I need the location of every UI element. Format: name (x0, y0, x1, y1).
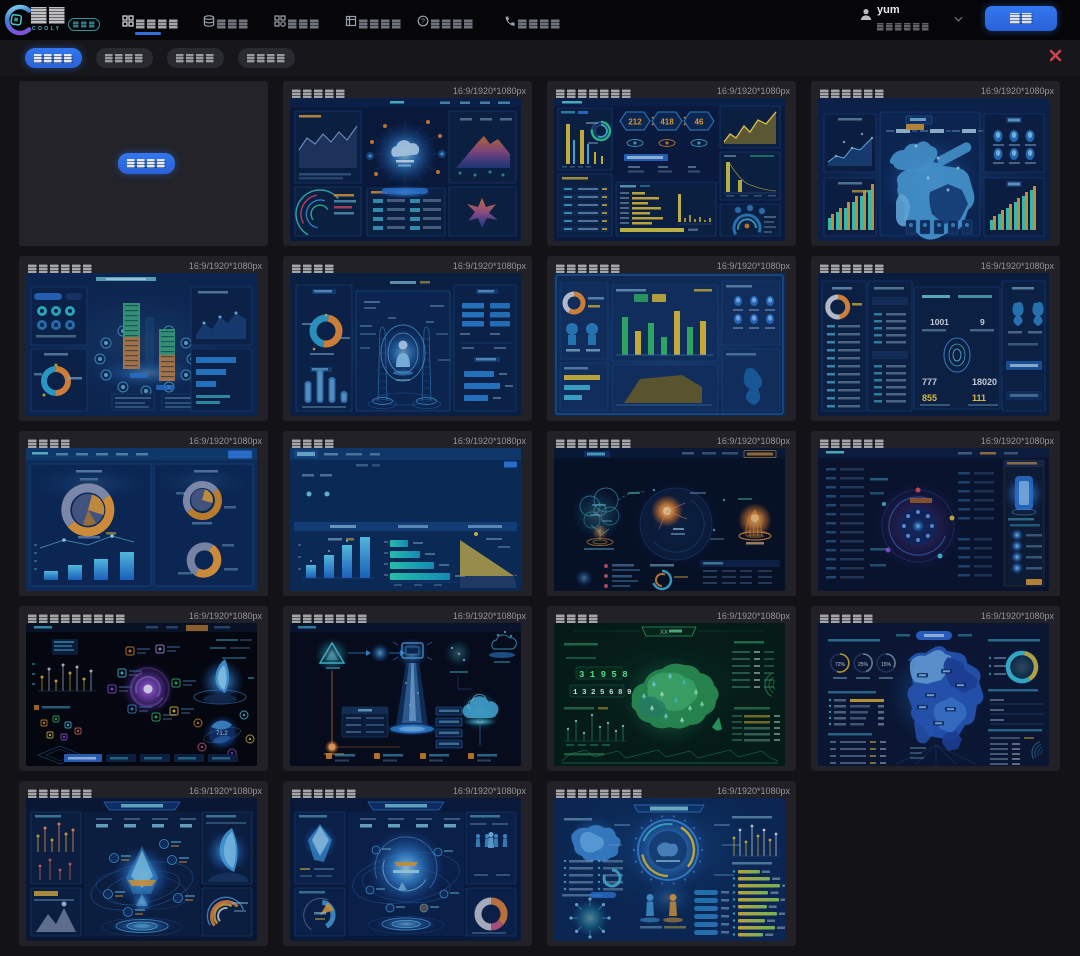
svg-text:?: ? (421, 19, 425, 26)
